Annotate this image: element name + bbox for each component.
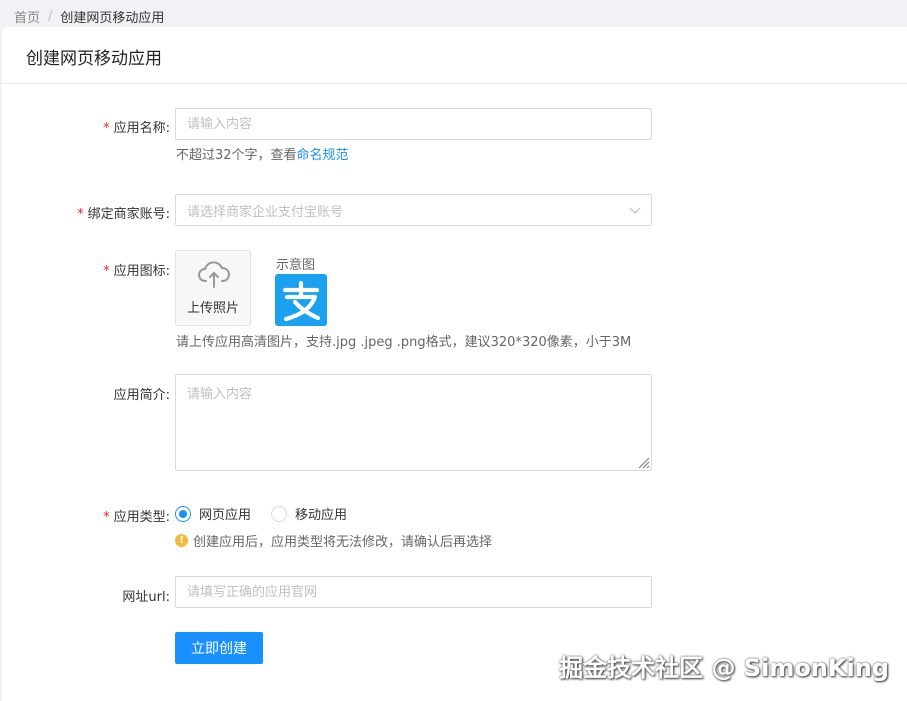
merchant-account-placeholder: 请选择商家企业支付宝账号: [187, 204, 344, 220]
radio-web-app[interactable]: 网页应用: [175, 504, 251, 523]
app-intro-textarea[interactable]: [175, 374, 652, 471]
merchant-account-label: * 绑定商家账号:: [77, 207, 170, 222]
warning-icon: !: [175, 534, 188, 547]
radio-web-app-label: 网页应用: [199, 508, 252, 523]
radio-mobile-app-label: 移动应用: [295, 508, 348, 523]
app-name-label: * 应用名称:: [103, 121, 170, 136]
app-type-warning: ! 创建应用后，应用类型将无法修改，请确认后再选择: [175, 531, 492, 550]
breadcrumb-separator: /: [48, 8, 53, 24]
page-title: 创建网页移动应用: [26, 49, 162, 69]
breadcrumb-home[interactable]: 首页: [14, 7, 40, 26]
cloud-upload-icon: [198, 261, 230, 288]
radio-mobile-app[interactable]: 移动应用: [271, 504, 347, 523]
url-label: 网址url:: [122, 590, 170, 605]
required-mark: *: [103, 264, 110, 279]
upload-label: 上传照片: [186, 301, 239, 316]
app-type-label: * 应用类型:: [103, 510, 170, 525]
card-header: 创建网页移动应用: [2, 27, 907, 84]
app-icon-label: * 应用图标:: [103, 264, 170, 279]
resize-grip-icon[interactable]: [636, 455, 650, 469]
watermark: 掘金技术社区 @ SimonKing: [559, 654, 889, 682]
app-name-help: 不超过32个字，查看命名规范: [176, 148, 349, 163]
required-mark: *: [103, 510, 110, 525]
radio-circle: [271, 505, 287, 522]
create-button[interactable]: 立即创建: [175, 632, 263, 664]
sample-label: 示意图: [276, 258, 316, 273]
url-input[interactable]: [175, 576, 652, 608]
merchant-account-select[interactable]: 请选择商家企业支付宝账号: [175, 194, 652, 226]
required-mark: *: [103, 121, 110, 136]
chevron-down-icon: [629, 207, 641, 214]
breadcrumb-current: 创建网页移动应用: [60, 10, 165, 26]
radio-circle: [175, 505, 191, 522]
alipay-logo: [282, 280, 321, 322]
required-mark: *: [77, 207, 84, 222]
app-icon-help: 请上传应用高清图片，支持.jpg .jpeg .png格式，建议320*320像…: [176, 335, 632, 350]
breadcrumb: 首页 / 创建网页移动应用: [14, 7, 165, 26]
naming-rules-link[interactable]: 命名规范: [297, 148, 349, 163]
app-intro-label: 应用简介:: [113, 388, 170, 403]
alipay-sample-icon: [275, 274, 327, 326]
app-name-input[interactable]: [175, 108, 652, 140]
upload-photo-button[interactable]: 上传照片: [175, 250, 251, 326]
